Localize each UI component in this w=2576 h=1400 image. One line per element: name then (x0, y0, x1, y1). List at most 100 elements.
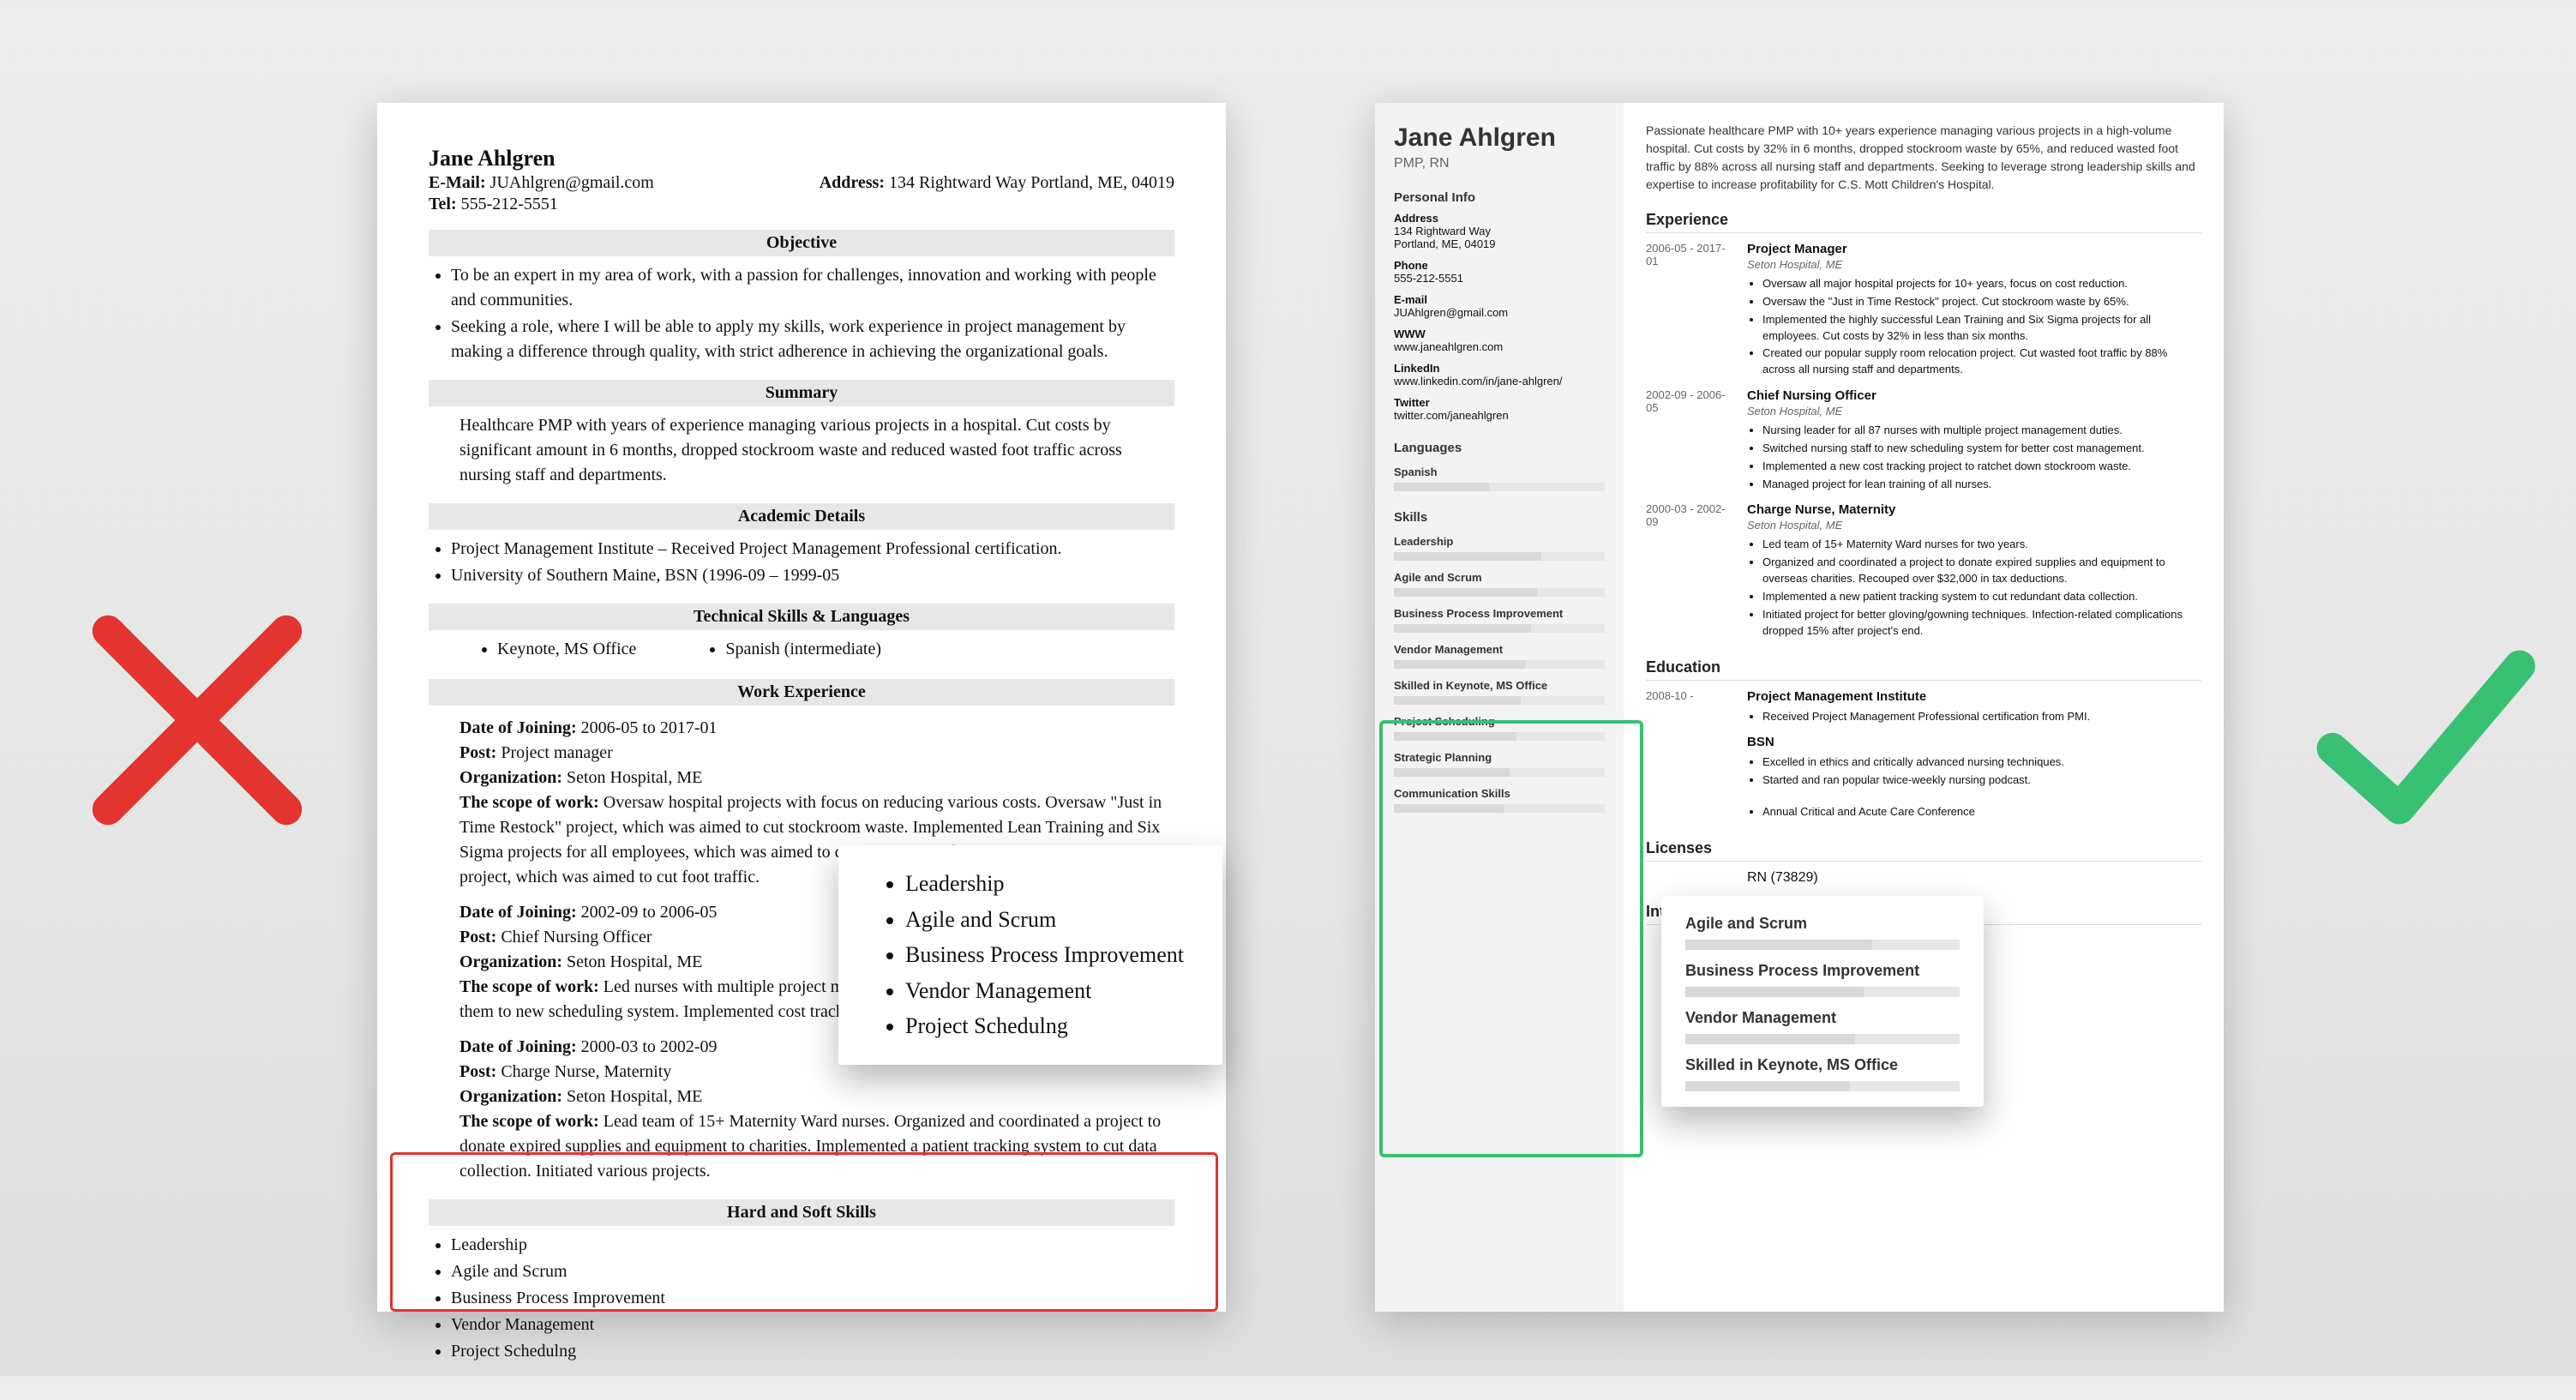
tech-heading: Technical Skills & Languages (429, 604, 1174, 630)
skill-item: Skilled in Keynote, MS Office (1394, 679, 1605, 692)
job-dates: 2000-03 - 2002-09 (1646, 502, 1732, 640)
licenses-text: RN (73829) (1747, 870, 2201, 886)
academic-heading: Academic Details (429, 503, 1174, 530)
edu-title: Project Management Institute (1747, 689, 2201, 704)
job-bullet: Managed project for lean training of all… (1762, 477, 2201, 493)
info-item: Phone555-212-5551 (1394, 259, 1605, 285)
list-item: Vendor Management (451, 1313, 1174, 1337)
popup-item: Project Schedulng (905, 1008, 1185, 1044)
job-bullet: Implemented the highly successful Lean T… (1762, 312, 2201, 345)
main-column: Passionate healthcare PMP with 10+ years… (1624, 103, 2224, 1312)
x-icon (86, 609, 309, 832)
list-item: Leadership (451, 1233, 1174, 1258)
job-dates: 2006-05 - 2017-01 (1646, 242, 1732, 380)
skill-item: Vendor Management (1394, 643, 1605, 656)
job-title: Charge Nurse, Maternity (1747, 502, 2201, 517)
edu-entry: 2008-10 -Project Management InstituteRec… (1646, 689, 2201, 727)
job-bullet: Led team of 15+ Maternity Ward nurses fo… (1762, 537, 2201, 553)
popup-skill-meter (1685, 1081, 1960, 1091)
list-item: University of Southern Maine, BSN (1996-… (451, 563, 1174, 588)
job-entry: 2006-05 - 2017-01Project ManagerSeton Ho… (1646, 242, 2201, 380)
objective-heading: Objective (429, 230, 1174, 256)
skill-meter (1394, 552, 1605, 561)
skill-item: Strategic Planning (1394, 751, 1605, 764)
summary-text: Healthcare PMP with years of experience … (459, 413, 1174, 488)
popup-item: Leadership (905, 866, 1185, 902)
language-meter (1394, 483, 1605, 491)
job-bullet: Oversaw all major hospital projects for … (1762, 276, 2201, 292)
edu-bullet: Excelled in ethics and critically advanc… (1762, 754, 2201, 771)
education-heading: Education (1646, 658, 2201, 681)
personal-info-heading: Personal Info (1394, 190, 1605, 205)
conference-line: Annual Critical and Acute Care Conferenc… (1762, 804, 2201, 820)
job-bullet: Switched nursing staff to new scheduling… (1762, 441, 2201, 457)
skill-meter (1394, 732, 1605, 741)
edu-bullet: Started and ran popular twice-weekly nur… (1762, 772, 2201, 789)
list-item: Project Management Institute – Received … (451, 537, 1174, 562)
skills-list: LeadershipAgile and ScrumBusiness Proces… (451, 1233, 1174, 1364)
skills-popup-left: LeadershipAgile and ScrumBusiness Proces… (838, 845, 1222, 1065)
skill-meter (1394, 660, 1605, 669)
right-name: Jane Ahlgren (1394, 123, 1605, 153)
tech-cols: Keynote, MS Office Spanish (intermediate… (459, 630, 1174, 664)
job-bullet: Initiated project for better gloving/gow… (1762, 607, 2201, 640)
skill-meter (1394, 588, 1605, 597)
job-bullet: Created our popular supply room relocati… (1762, 345, 2201, 378)
popup-skill-meter (1685, 987, 1960, 997)
list-item: Agile and Scrum (451, 1259, 1174, 1284)
skills-heading: Skills (1394, 510, 1605, 525)
objective-list: To be an expert in my area of work, with… (451, 263, 1174, 364)
job-entry: 2002-09 - 2006-05 Chief Nursing Officer Se… (1646, 388, 2201, 494)
job-entry: 2000-03 - 2002-09 Charge Nurse, Maternity… (1646, 502, 2201, 640)
job-bullet: Nursing leader for all 87 nurses with mu… (1762, 423, 2201, 439)
list-item: To be an expert in my area of work, with… (451, 263, 1174, 313)
info-item: Address134 Rightward WayPortland, ME, 04… (1394, 212, 1605, 250)
skills-popup-right: Agile and Scrum Business Process Improvem… (1661, 896, 1984, 1107)
skill-meter (1394, 804, 1605, 813)
info-item: WWWwww.janeahlgren.com (1394, 327, 1605, 353)
check-icon (2315, 626, 2537, 849)
right-cred: PMP, RN (1394, 156, 1605, 171)
resume-good: Jane Ahlgren PMP, RN Personal Info Addre… (1375, 103, 2224, 1312)
edu-dates: 2008-10 - (1646, 689, 1732, 727)
popup-skill: Business Process Improvement (1685, 962, 1960, 980)
left-email: E-Mail: JUAhlgren@gmail.com (429, 173, 654, 193)
left-name: Jane Ahlgren (429, 146, 1174, 171)
popup-skill-meter (1685, 1034, 1960, 1044)
popup-skill: Skilled in Keynote, MS Office (1685, 1056, 1960, 1074)
info-item: E-mailJUAhlgren@gmail.com (1394, 293, 1605, 319)
popup-skill: Vendor Management (1685, 1009, 1960, 1027)
edu-dates (1646, 735, 1732, 790)
job-title: Chief Nursing Officer (1747, 388, 2201, 403)
popup-item: Agile and Scrum (905, 902, 1185, 938)
popup-item: Business Process Improvement (905, 937, 1185, 973)
resume-bad: Jane Ahlgren E-Mail: JUAhlgren@gmail.com… (377, 103, 1226, 1312)
job-bullet: Implemented a new cost tracking project … (1762, 459, 2201, 475)
profile-text: Passionate healthcare PMP with 10+ years… (1646, 122, 2201, 194)
job-bullet: Organized and coordinated a project to d… (1762, 555, 2201, 587)
licenses-heading: Licenses (1646, 839, 2201, 862)
skill-item: Business Process Improvement (1394, 607, 1605, 620)
job-org: Seton Hospital, ME (1747, 258, 2201, 271)
language-item: Spanish (1394, 466, 1605, 478)
summary-heading: Summary (429, 380, 1174, 406)
skill-item: Leadership (1394, 535, 1605, 548)
list-item: Project Schedulng (451, 1339, 1174, 1364)
work-heading: Work Experience (429, 679, 1174, 706)
job-bullet: Implemented a new patient tracking syste… (1762, 589, 2201, 605)
list-item: Spanish (intermediate) (725, 637, 881, 662)
list-item: Seeking a role, where I will be able to … (451, 315, 1174, 364)
popup-skill: Agile and Scrum (1685, 915, 1960, 933)
skill-item: Project Scheduling (1394, 715, 1605, 728)
info-item: Twittertwitter.com/janeahlgren (1394, 396, 1605, 422)
academic-list: Project Management Institute – Received … (451, 537, 1174, 588)
left-address: Address: 134 Rightward Way Portland, ME,… (820, 173, 1174, 193)
sidebar: Jane Ahlgren PMP, RN Personal Info Addre… (1375, 103, 1624, 1312)
job-dates: 2002-09 - 2006-05 (1646, 388, 1732, 494)
skill-meter (1394, 768, 1605, 777)
info-item: LinkedInwww.linkedin.com/in/jane-ahlgren… (1394, 362, 1605, 388)
experience-heading: Experience (1646, 211, 2201, 233)
job-org: Seton Hospital, ME (1747, 405, 2201, 418)
languages-heading: Languages (1394, 441, 1605, 455)
skill-item: Communication Skills (1394, 787, 1605, 800)
